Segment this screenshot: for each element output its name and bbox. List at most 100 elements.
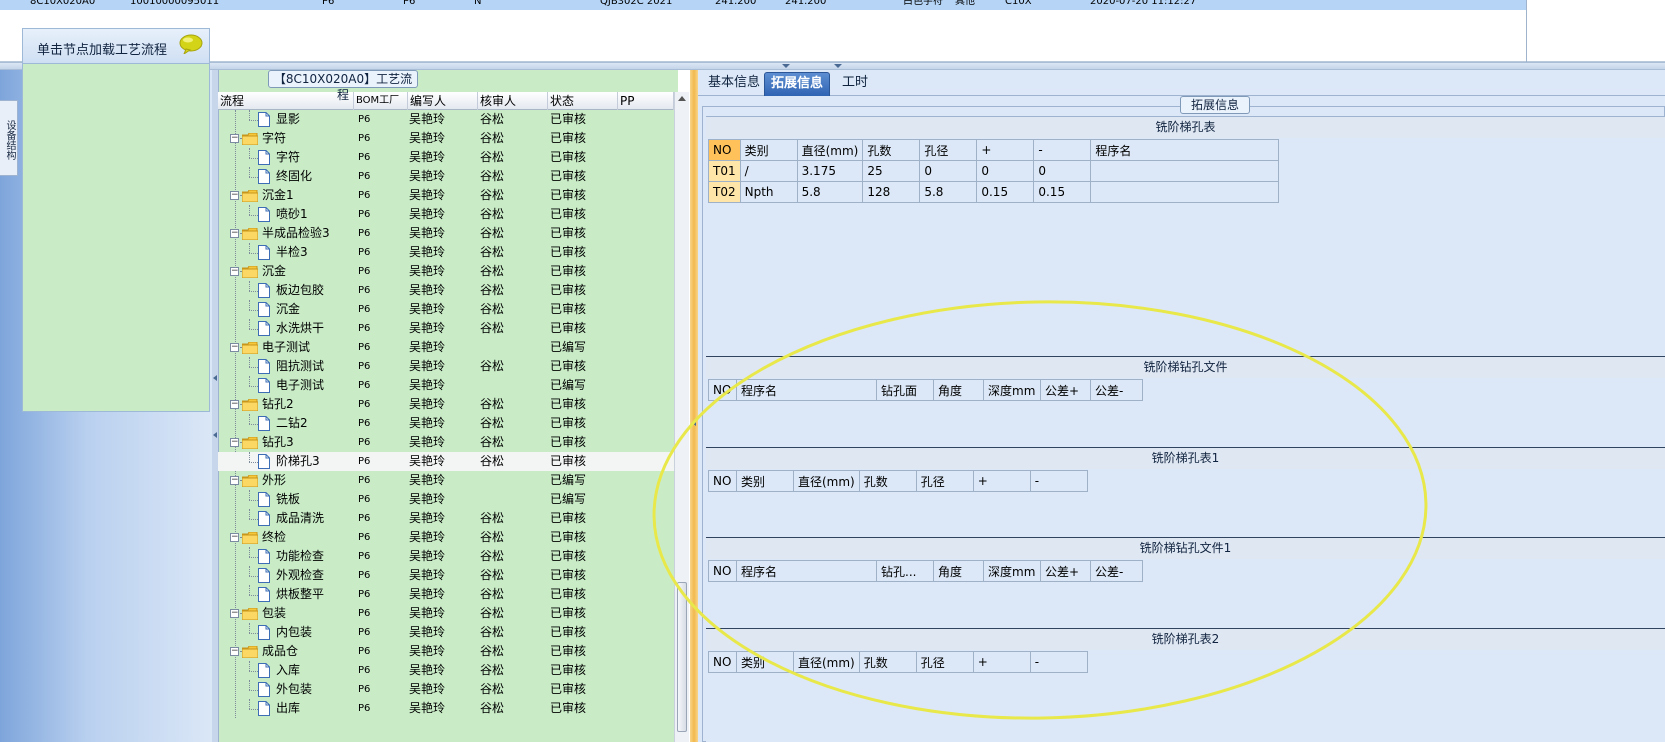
tree-row[interactable]: − 电子测试 P6 吴艳玲 已编写 bbox=[218, 338, 674, 357]
tree-row[interactable]: 半检3 P6 吴艳玲 谷松 已审核 bbox=[218, 243, 674, 262]
tree-row[interactable]: 功能检查 P6 吴艳玲 谷松 已审核 bbox=[218, 547, 674, 566]
collapse-toggle-icon[interactable]: − bbox=[230, 229, 239, 238]
column-header[interactable]: 孔径 bbox=[919, 139, 978, 161]
column-header[interactable]: 角度 bbox=[933, 560, 984, 582]
splitter-grip-icon[interactable] bbox=[782, 64, 790, 68]
table-cell[interactable]: 128 bbox=[862, 181, 921, 203]
collapse-toggle-icon[interactable]: − bbox=[230, 400, 239, 409]
tree-column-header[interactable]: 编写人 bbox=[408, 92, 478, 110]
column-header[interactable]: 孔径 bbox=[915, 651, 974, 673]
table-cell[interactable]: 0.15 bbox=[1033, 181, 1092, 203]
column-header[interactable]: 公差+ bbox=[1040, 379, 1091, 401]
tree-row[interactable]: − 包装 P6 吴艳玲 谷松 已审核 bbox=[218, 604, 674, 623]
tree-row[interactable]: 成品清洗 P6 吴艳玲 谷松 已审核 bbox=[218, 509, 674, 528]
column-header[interactable]: 直径(mm) bbox=[793, 651, 860, 673]
column-header[interactable]: 孔数 bbox=[862, 139, 921, 161]
table-cell[interactable]: 0.15 bbox=[976, 181, 1035, 203]
table-cell[interactable]: 5.8 bbox=[796, 181, 864, 203]
tree-row[interactable]: 铣板 P6 吴艳玲 已编写 bbox=[218, 490, 674, 509]
tree-row[interactable]: − 沉金1 P6 吴艳玲 谷松 已审核 bbox=[218, 186, 674, 205]
collapse-arrow-icon[interactable] bbox=[692, 420, 696, 426]
tree-scrollbar[interactable] bbox=[674, 92, 689, 742]
table-cell[interactable] bbox=[1090, 181, 1280, 203]
column-header[interactable]: 程序名 bbox=[736, 379, 877, 401]
tree-row[interactable]: 水洗烘干 P6 吴艳玲 谷松 已审核 bbox=[218, 319, 674, 338]
column-header[interactable]: 程序名 bbox=[736, 560, 877, 582]
column-header[interactable]: 钻孔面 bbox=[876, 379, 934, 401]
table-cell[interactable]: 5.8 bbox=[919, 181, 978, 203]
tree-row[interactable]: 外包装 P6 吴艳玲 谷松 已审核 bbox=[218, 680, 674, 699]
tree-row[interactable]: 外观检查 P6 吴艳玲 谷松 已审核 bbox=[218, 566, 674, 585]
tab-work-hours[interactable]: 工时 bbox=[836, 72, 874, 96]
table-cell[interactable] bbox=[1090, 160, 1280, 182]
column-header[interactable]: 公差- bbox=[1090, 379, 1143, 401]
vertical-tab[interactable]: 设备结构 bbox=[0, 100, 18, 176]
collapse-arrow-icon[interactable] bbox=[213, 432, 217, 438]
table-row[interactable]: T01/3.175 25 0 0 0 bbox=[708, 160, 1280, 182]
collapse-arrow-icon[interactable] bbox=[213, 375, 217, 381]
tree-row[interactable]: − 钻孔2 P6 吴艳玲 谷松 已审核 bbox=[218, 395, 674, 414]
tree-row[interactable]: 入库 P6 吴艳玲 谷松 已审核 bbox=[218, 661, 674, 680]
collapse-toggle-icon[interactable]: − bbox=[230, 533, 239, 542]
column-header[interactable]: 公差- bbox=[1090, 560, 1143, 582]
tree-row[interactable]: 字符 P6 吴艳玲 谷松 已审核 bbox=[218, 148, 674, 167]
tree-row[interactable]: 烘板整平 P6 吴艳玲 谷松 已审核 bbox=[218, 585, 674, 604]
column-header[interactable]: 孔数 bbox=[858, 651, 917, 673]
tree-column-header[interactable]: 流程 bbox=[218, 92, 354, 110]
speech-bubble-icon[interactable] bbox=[178, 34, 204, 54]
column-header[interactable]: NO bbox=[708, 139, 741, 161]
scroll-thumb[interactable] bbox=[677, 582, 687, 732]
tree-column-header[interactable]: 状态 bbox=[548, 92, 618, 110]
column-header[interactable]: NO bbox=[708, 651, 737, 673]
table-cell[interactable]: / bbox=[739, 160, 798, 182]
tree-row[interactable]: 出库 P6 吴艳玲 谷松 已审核 bbox=[218, 699, 674, 718]
table-cell[interactable]: Npth bbox=[739, 181, 798, 203]
tree-row[interactable]: − 成品仓 P6 吴艳玲 谷松 已审核 bbox=[218, 642, 674, 661]
tree-column-header[interactable]: PP bbox=[618, 92, 674, 110]
column-header[interactable]: 深度mm bbox=[983, 379, 1041, 401]
column-header[interactable]: 钻孔... bbox=[876, 560, 934, 582]
collapse-toggle-icon[interactable]: − bbox=[230, 476, 239, 485]
splitter-grip-icon[interactable] bbox=[834, 64, 842, 68]
tree-row[interactable]: 二钻2 P6 吴艳玲 谷松 已审核 bbox=[218, 414, 674, 433]
horizontal-splitter[interactable] bbox=[0, 62, 1665, 70]
table-row[interactable]: T02 Npth 5.8 128 5.8 0.15 0.15 bbox=[708, 181, 1280, 203]
column-header[interactable]: + bbox=[972, 470, 1031, 492]
column-header[interactable]: 深度mm bbox=[983, 560, 1041, 582]
tree-row[interactable]: − 半成品检验3 P6 吴艳玲 谷松 已审核 bbox=[218, 224, 674, 243]
collapse-toggle-icon[interactable]: − bbox=[230, 267, 239, 276]
collapse-toggle-icon[interactable]: − bbox=[230, 191, 239, 200]
column-header[interactable]: - bbox=[1033, 139, 1092, 161]
table-cell[interactable]: 25 bbox=[862, 160, 921, 182]
table-cell[interactable]: 0 bbox=[976, 160, 1035, 182]
scroll-up-icon[interactable] bbox=[678, 96, 686, 101]
column-header[interactable]: 类别 bbox=[736, 470, 794, 492]
column-header[interactable]: 直径(mm) bbox=[793, 470, 860, 492]
tree-row[interactable]: − 外形 P6 吴艳玲 已编写 bbox=[218, 471, 674, 490]
collapse-toggle-icon[interactable]: − bbox=[230, 134, 239, 143]
column-header[interactable]: 直径(mm) bbox=[796, 139, 864, 161]
table-cell[interactable]: T02 bbox=[708, 181, 741, 203]
column-header[interactable]: NO bbox=[708, 379, 737, 401]
collapse-toggle-icon[interactable]: − bbox=[230, 609, 239, 618]
column-header[interactable]: + bbox=[976, 139, 1035, 161]
tree-row[interactable]: 终固化 P6 吴艳玲 谷松 已审核 bbox=[218, 167, 674, 186]
tree-row[interactable]: 阻抗测试 P6 吴艳玲 谷松 已审核 bbox=[218, 357, 674, 376]
column-header[interactable]: NO bbox=[708, 470, 737, 492]
tree-column-header[interactable]: 核审人 bbox=[478, 92, 548, 110]
tree-row[interactable]: 内包装 P6 吴艳玲 谷松 已审核 bbox=[218, 623, 674, 642]
table-cell[interactable]: T01 bbox=[708, 160, 741, 182]
column-header[interactable]: 程序名 bbox=[1090, 139, 1280, 161]
tree-row[interactable]: 板边包胶 P6 吴艳玲 谷松 已审核 bbox=[218, 281, 674, 300]
column-header[interactable]: 角度 bbox=[933, 379, 984, 401]
tree-row[interactable]: 阶梯孔3 P6 吴艳玲 谷松 已审核 bbox=[218, 452, 674, 471]
column-header[interactable]: 孔数 bbox=[858, 470, 917, 492]
tab-basic-info[interactable]: 基本信息 bbox=[702, 72, 766, 96]
tab-extended-info[interactable]: 拓展信息 bbox=[764, 72, 831, 96]
column-header[interactable]: + bbox=[972, 651, 1031, 673]
tree-row[interactable]: 喷砂1 P6 吴艳玲 谷松 已审核 bbox=[218, 205, 674, 224]
table-cell[interactable]: 0 bbox=[1033, 160, 1092, 182]
column-header[interactable]: 公差+ bbox=[1040, 560, 1091, 582]
collapse-toggle-icon[interactable]: − bbox=[230, 343, 239, 352]
selected-record-row[interactable]: 8C10X020A0 10010000095011 P6 P6 N QJB302C 202… bbox=[0, 0, 1526, 10]
